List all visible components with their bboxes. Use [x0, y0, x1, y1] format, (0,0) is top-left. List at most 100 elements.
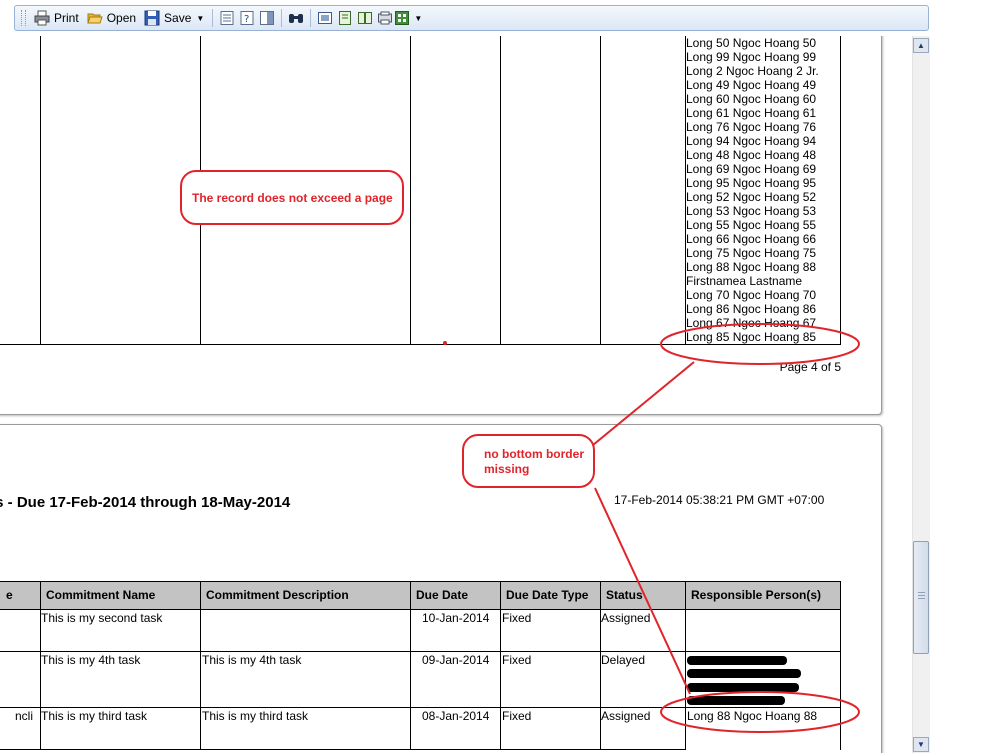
folder-open-icon — [86, 13, 103, 24]
cell-status: Delayed — [601, 653, 646, 667]
list-item: Long 95 Ngoc Hoang 95 — [686, 176, 817, 190]
cell-type: Fixed — [502, 653, 532, 667]
scroll-up-arrow-icon[interactable]: ▲ — [913, 38, 929, 53]
table-border — [0, 581, 841, 582]
redaction-mark — [687, 669, 801, 678]
list-item: Long 76 Ngoc Hoang 76 — [686, 120, 817, 134]
cell-first: ncli — [15, 709, 34, 723]
report-page-4: Long 50 Ngoc Hoang 50 Long 99 Ngoc Hoang… — [0, 36, 882, 415]
cell-person: Long 88 Ngoc Hoang 88 — [687, 709, 818, 723]
single-page-button[interactable] — [315, 8, 335, 28]
toolbar-grip[interactable] — [21, 10, 26, 26]
row-divider — [0, 651, 841, 652]
column-header[interactable]: Responsible Person(s) — [685, 581, 841, 609]
row-divider — [0, 707, 841, 708]
export-dropdown-caret-icon[interactable]: ▼ — [414, 14, 422, 23]
list-item: Long 86 Ngoc Hoang 86 — [686, 302, 817, 316]
columns-button[interactable] — [257, 8, 277, 28]
cell-type: Fixed — [502, 709, 532, 723]
cell-description: This is my third task — [202, 709, 309, 723]
grip-icon — [918, 592, 925, 601]
svg-text:?: ? — [244, 14, 249, 25]
list-item: Long 99 Ngoc Hoang 99 — [686, 50, 817, 64]
row-divider — [0, 749, 686, 750]
responsible-names-list: Long 50 Ngoc Hoang 50 Long 99 Ngoc Hoang… — [686, 36, 836, 344]
two-pages-button[interactable] — [355, 8, 375, 28]
list-item: Long 2 Ngoc Hoang 2 Jr. — [686, 64, 819, 78]
page-setup-button[interactable] — [217, 8, 237, 28]
annotation-text: no bottom border missing — [484, 447, 584, 476]
column-divider — [840, 36, 841, 344]
column-header[interactable]: Status — [600, 581, 685, 609]
page-green-icon — [339, 11, 352, 25]
save-button[interactable]: Save ▼ — [140, 8, 208, 28]
report-page-5: nts - Due 17-Feb-2014 through 18-May-201… — [0, 424, 882, 753]
column-header[interactable]: Commitment Name — [40, 581, 200, 609]
floppy-disk-icon — [144, 10, 160, 26]
cell-name: This is my 4th task — [41, 653, 141, 667]
column-header[interactable]: Due Date — [410, 581, 500, 609]
list-item: Long 94 Ngoc Hoang 94 — [686, 134, 817, 148]
column-divider — [500, 36, 501, 344]
open-button[interactable]: Open — [83, 8, 140, 28]
list-item: Long 49 Ngoc Hoang 49 — [686, 78, 817, 92]
toolbar-separator — [310, 9, 312, 27]
list-item: Long 50 Ngoc Hoang 50 — [686, 36, 817, 50]
page-width-button[interactable] — [335, 8, 355, 28]
help-button[interactable]: ? — [237, 8, 257, 28]
print-layout-button[interactable] — [375, 8, 395, 28]
column-header[interactable]: e — [1, 581, 41, 609]
column-divider — [410, 609, 411, 750]
row-divider — [0, 609, 841, 610]
list-item: Long 85 Ngoc Hoang 85 — [686, 330, 817, 344]
cell-type: Fixed — [502, 611, 532, 625]
redaction-mark — [687, 656, 787, 665]
vertical-scrollbar[interactable]: ▲ ▼ — [912, 36, 930, 753]
report-title: nts - Due 17-Feb-2014 through 18-May-201… — [0, 494, 291, 511]
list-item: Long 61 Ngoc Hoang 61 — [686, 106, 817, 120]
question-page-icon: ? — [240, 11, 254, 25]
column-divider — [40, 609, 41, 750]
page-lines-icon — [220, 11, 234, 25]
annotation-note-record-fits: The record does not exceed a page — [180, 170, 404, 225]
column-divider — [600, 36, 601, 344]
column-divider — [40, 36, 41, 344]
report-timestamp: 17-Feb-2014 05:38:21 PM GMT +07:00 — [614, 493, 825, 507]
find-button[interactable] — [286, 8, 306, 28]
column-header[interactable]: Commitment Description — [200, 581, 410, 609]
list-item: Long 60 Ngoc Hoang 60 — [686, 92, 817, 106]
print-button[interactable]: Print — [30, 8, 83, 28]
two-pages-icon — [358, 12, 373, 24]
list-item: Long 70 Ngoc Hoang 70 — [686, 288, 817, 302]
list-item: Long 75 Ngoc Hoang 75 — [686, 246, 817, 260]
scrollbar-thumb[interactable] — [913, 541, 929, 654]
column-divider — [410, 36, 411, 344]
scroll-down-arrow-icon[interactable]: ▼ — [913, 737, 929, 752]
export-button[interactable]: ▼ — [395, 8, 422, 28]
redaction-mark — [687, 683, 799, 692]
open-label: Open — [106, 11, 137, 25]
cell-status: Assigned — [601, 709, 651, 723]
redaction-mark — [687, 696, 785, 705]
toolbar-separator — [281, 9, 283, 27]
table-bottom-border — [0, 344, 841, 345]
report-toolbar: Print Open Save ▼ ? ▼ — [14, 5, 929, 31]
list-item: Long 52 Ngoc Hoang 52 — [686, 190, 817, 204]
list-item: Long 88 Ngoc Hoang 88 — [686, 260, 817, 274]
layout-icon — [378, 11, 393, 25]
cell-name: This is my third task — [41, 709, 148, 723]
cell-due-date: 09-Jan-2014 — [422, 653, 490, 667]
print-label: Print — [54, 11, 79, 25]
column-divider — [500, 609, 501, 750]
list-item: Long 66 Ngoc Hoang 66 — [686, 232, 817, 246]
column-divider — [840, 609, 841, 750]
list-item: Long 69 Ngoc Hoang 69 — [686, 162, 817, 176]
save-dropdown-caret-icon[interactable]: ▼ — [196, 14, 204, 23]
column-divider — [200, 609, 201, 750]
printer-icon — [34, 10, 50, 26]
column-divider — [600, 609, 601, 750]
toolbar-separator — [212, 9, 214, 27]
columns-icon — [260, 11, 275, 25]
list-item: Long 55 Ngoc Hoang 55 — [686, 218, 817, 232]
column-header[interactable]: Due Date Type — [500, 581, 600, 609]
